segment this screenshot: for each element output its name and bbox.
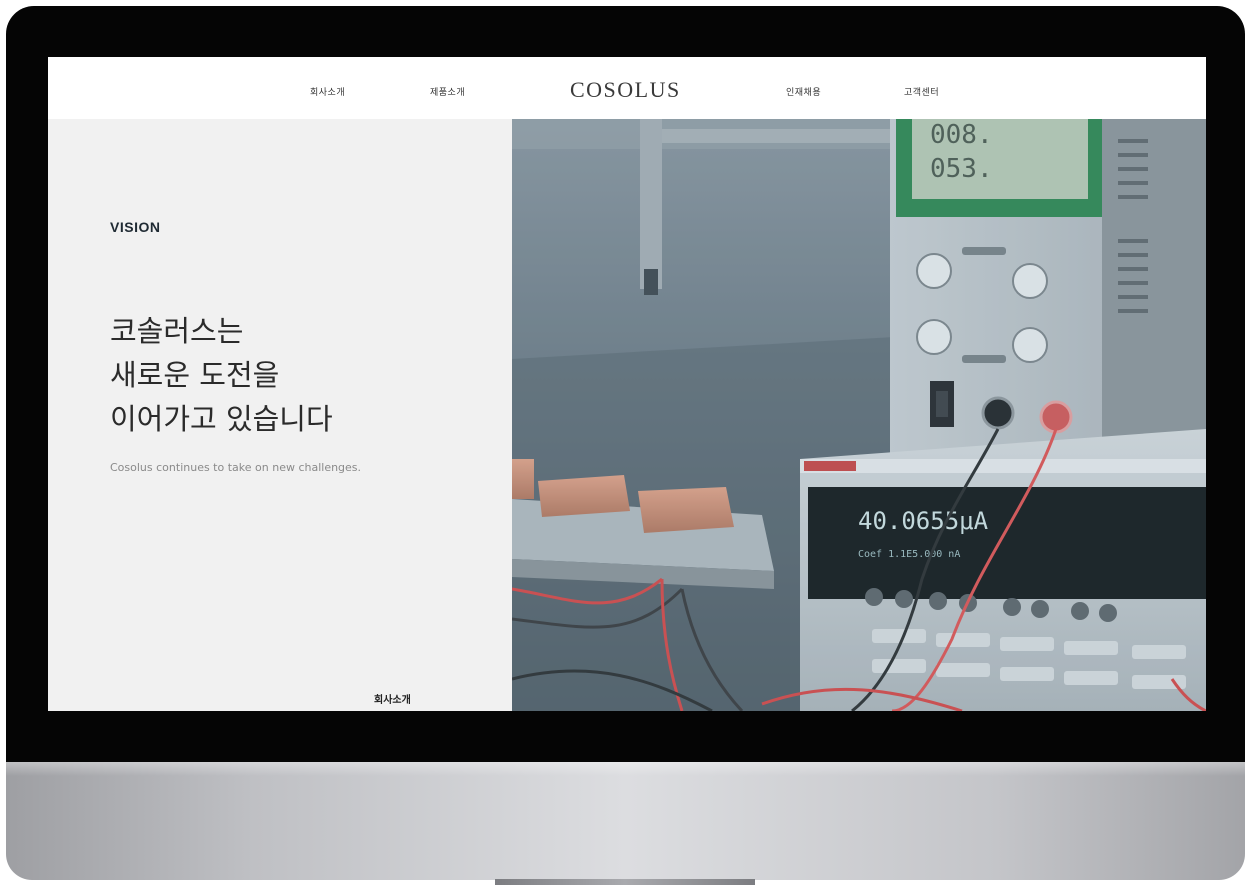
about-company-link[interactable]: 회사소개 [374, 691, 411, 706]
site-logo[interactable]: COSOLUS [570, 77, 681, 103]
nav-support[interactable]: 고객센터 [904, 85, 939, 98]
monitor-stand [495, 879, 755, 885]
nav-company[interactable]: 회사소개 [310, 85, 345, 98]
top-navigation: 회사소개 제품소개 COSOLUS 인재채용 고객센터 [48, 57, 1206, 119]
headline-line-1: 코솔러스는 [110, 314, 244, 348]
hero-subtitle: Cosolus continues to take on new challen… [110, 461, 362, 474]
hero-photo: 008. 053. 40.0655μA Coef 1.1E5.000 nA [512, 119, 1206, 711]
nav-careers[interactable]: 인재채용 [786, 85, 821, 98]
monitor-chin [6, 762, 1245, 880]
headline-line-3: 이어가고 있습니다 [110, 402, 333, 436]
lab-equipment-image: 008. 053. 40.0655μA Coef 1.1E5.000 nA [512, 119, 1206, 711]
section-label: VISION [110, 219, 161, 235]
website-screen: 회사소개 제품소개 COSOLUS 인재채용 고객센터 VISION 코솔러스는… [48, 57, 1206, 711]
nav-products[interactable]: 제품소개 [430, 85, 465, 98]
hero-headline: 코솔러스는 새로운 도전을 이어가고 있습니다 [110, 309, 333, 441]
monitor: 회사소개 제품소개 COSOLUS 인재채용 고객센터 VISION 코솔러스는… [0, 0, 1251, 885]
hero-text-panel: VISION 코솔러스는 새로운 도전을 이어가고 있습니다 Cosolus c… [48, 119, 512, 711]
headline-line-2: 새로운 도전을 [110, 358, 280, 392]
